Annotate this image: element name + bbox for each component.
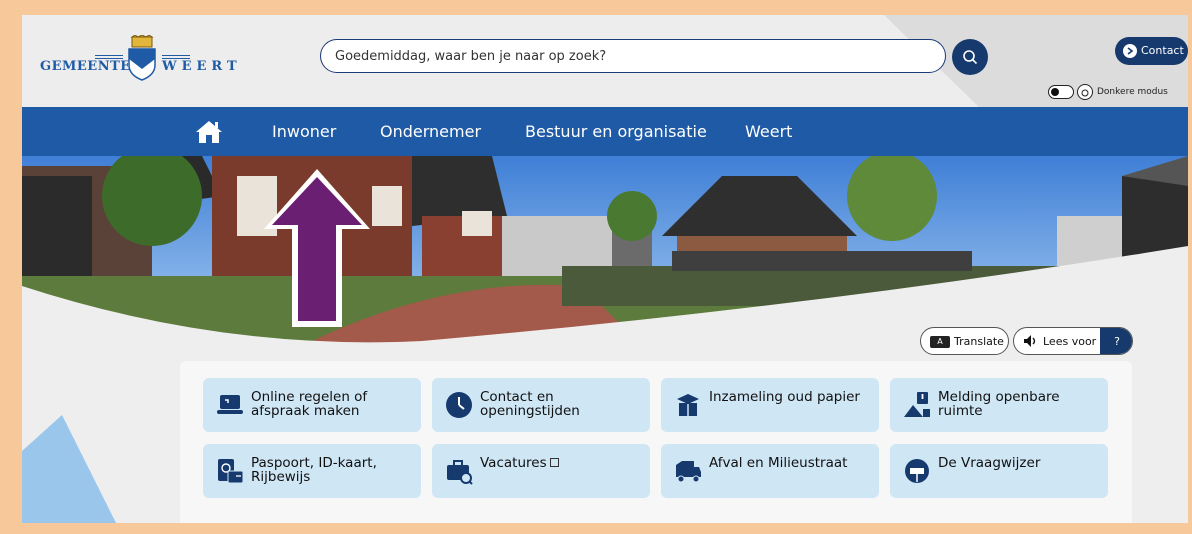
contact-button[interactable]: Contact [1115, 37, 1188, 65]
logo-text-weert: WEERT [162, 59, 242, 74]
report-icon [904, 392, 930, 417]
search-icon [963, 50, 978, 65]
nav-item-ondernemer[interactable]: Ondernemer [380, 122, 481, 141]
nav-item-bestuur[interactable]: Bestuur en organisatie [525, 122, 707, 141]
quick-link-online-regelen[interactable]: Online regelen of afspraak maken [203, 378, 421, 432]
hero-image [22, 156, 1188, 346]
dark-mode-toggle[interactable] [1048, 85, 1074, 99]
boxes-icon [677, 394, 699, 416]
browser-page: GEMEENTE WEERT Goedemiddag, waar ben je … [22, 15, 1188, 523]
translate-icon: A [930, 336, 950, 348]
clock-icon [446, 392, 472, 418]
search-button[interactable] [952, 39, 988, 75]
quick-link-contact[interactable]: Contact en openingstijden [432, 378, 650, 432]
quick-link-label: Inzameling oud papier [709, 389, 860, 405]
read-aloud-button[interactable]: Lees voor ? [1013, 327, 1133, 355]
coat-of-arms-icon [128, 35, 156, 81]
translate-label: Translate [954, 335, 1004, 348]
nav-item-inwoner[interactable]: Inwoner [272, 122, 336, 141]
quick-link-label: Vacatures [480, 456, 645, 470]
nav-item-weert[interactable]: Weert [745, 122, 792, 141]
quick-link-label: De Vraagwijzer [938, 455, 1041, 471]
chevron-right-icon [1123, 44, 1137, 58]
sun-icon [1077, 84, 1093, 100]
quick-link-label: Online regelen of afspraak maken [251, 389, 368, 419]
contact-label: Contact [1141, 44, 1184, 57]
read-aloud-label: Lees voor [1043, 335, 1097, 348]
quick-link-oud-papier[interactable]: Inzameling oud papier [661, 378, 879, 432]
dark-mode-label: Donkere modus [1097, 87, 1168, 97]
search-input[interactable]: Goedemiddag, waar ben je naar op zoek? [320, 39, 946, 73]
speaker-icon [1024, 335, 1036, 347]
quick-link-label: Melding openbare ruimte [938, 389, 1060, 419]
quick-link-melding[interactable]: Melding openbare ruimte [890, 378, 1108, 432]
annotation-arrow-icon [264, 169, 370, 327]
quick-link-label: Afval en Milieustraat [709, 455, 848, 471]
truck-icon [676, 461, 701, 483]
quick-link-label: Contact en openingstijden [480, 389, 580, 419]
home-icon[interactable] [194, 119, 224, 145]
external-link-icon [549, 458, 559, 467]
translate-button[interactable]: A Translate [920, 327, 1009, 355]
quick-link-label: Paspoort, ID-kaart, Rijbewijs [251, 455, 377, 485]
quick-link-paspoort[interactable]: Paspoort, ID-kaart, Rijbewijs [203, 444, 421, 498]
quick-links-panel: Online regelen of afspraak maken Contact… [180, 361, 1132, 523]
main-navigation: Inwoner Ondernemer Bestuur en organisati… [22, 107, 1188, 156]
briefcase-icon [447, 460, 473, 485]
help-button[interactable]: ? [1100, 328, 1132, 354]
quick-link-vacatures[interactable]: Vacatures [432, 444, 650, 498]
quick-link-vraagwijzer[interactable]: De Vraagwijzer [890, 444, 1108, 498]
passport-icon [218, 459, 244, 484]
search-placeholder: Goedemiddag, waar ben je naar op zoek? [335, 49, 607, 64]
site-header: GEMEENTE WEERT Goedemiddag, waar ben je … [22, 15, 1188, 107]
corner-decoration [22, 415, 122, 523]
vraagwijzer-icon [905, 459, 929, 483]
laptop-icon [217, 395, 243, 414]
quick-link-afval[interactable]: Afval en Milieustraat [661, 444, 879, 498]
logo-text-gemeente: GEMEENTE [40, 59, 131, 74]
gemeente-weert-logo[interactable]: GEMEENTE WEERT [40, 35, 250, 85]
